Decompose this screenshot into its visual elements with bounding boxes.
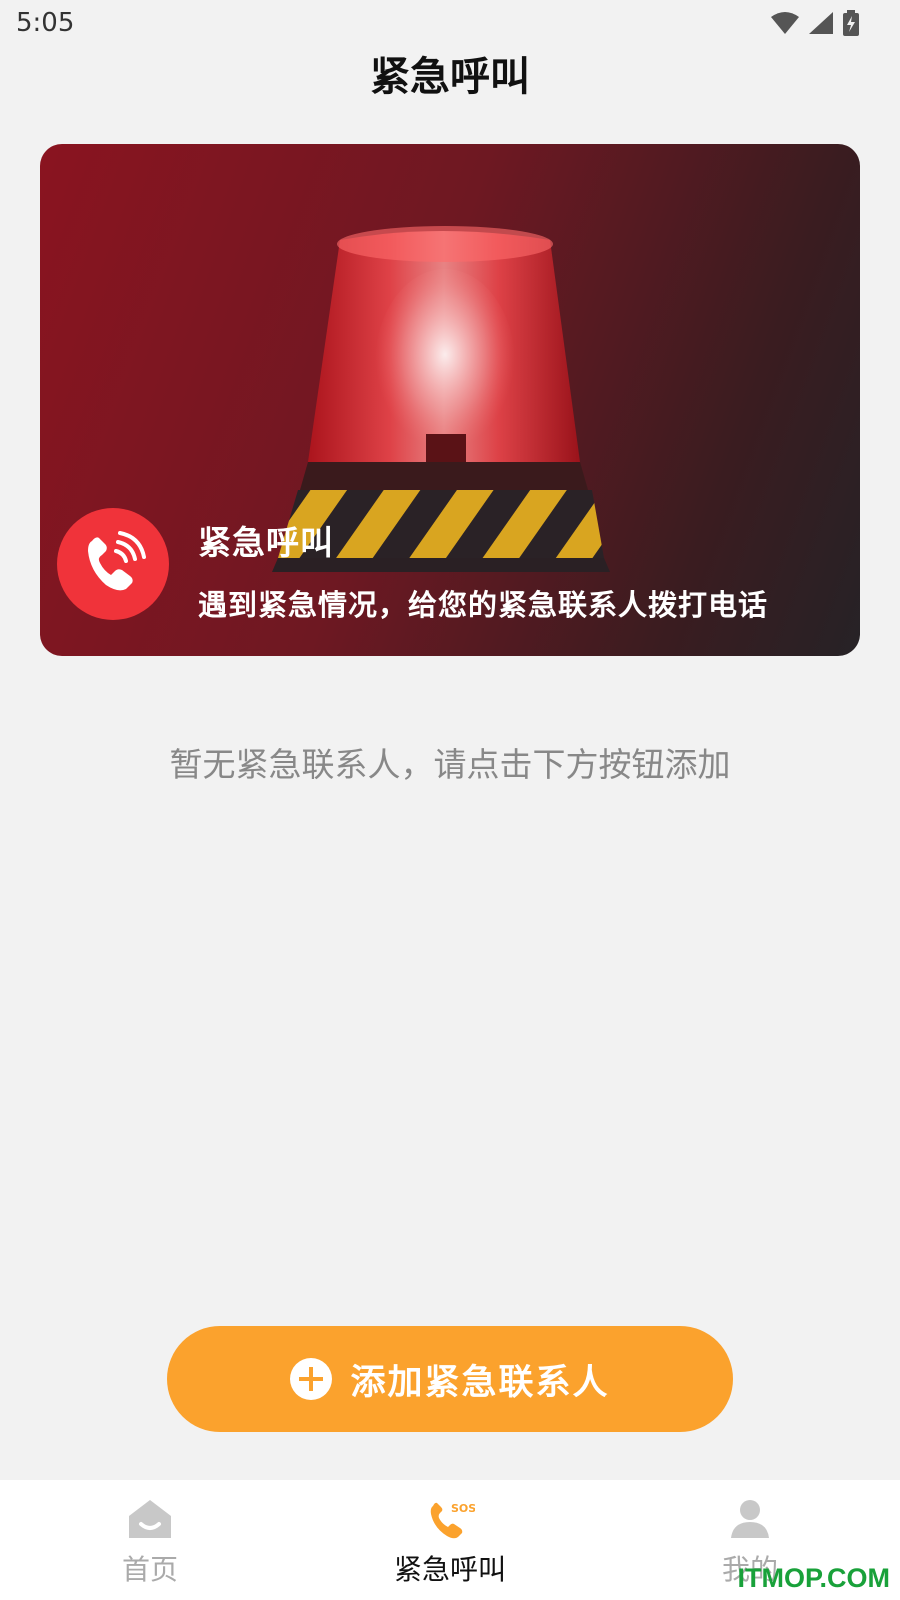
status-bar: 5:05 <box>0 0 900 50</box>
home-icon <box>129 1500 171 1538</box>
add-button-label: 添加紧急联系人 <box>350 1362 610 1403</box>
add-emergency-contact-button[interactable]: 添加紧急联系人 <box>167 1326 733 1432</box>
signal-icon <box>809 12 833 34</box>
page-title: 紧急呼叫 <box>370 54 530 100</box>
battery-icon <box>843 10 859 36</box>
plus-circle-icon <box>290 1358 333 1400</box>
status-time: 5:05 <box>16 8 75 38</box>
tab-emergency-call-label: 紧急呼叫 <box>393 1553 506 1586</box>
status-icons <box>770 10 860 36</box>
phone-ringing-icon <box>57 508 169 620</box>
tab-home[interactable]: 首页 <box>50 1480 250 1600</box>
emergency-banner[interactable]: 紧急呼叫 遇到紧急情况，给您的紧急联系人拨打电话 <box>40 144 860 656</box>
empty-contacts-hint: 暂无紧急联系人，请点击下方按钮添加 <box>169 745 731 784</box>
sos-phone-icon: SOS <box>430 1502 475 1539</box>
svg-text:SOS: SOS <box>451 1502 475 1515</box>
wifi-icon <box>771 12 799 34</box>
banner-description: 遇到紧急情况，给您的紧急联系人拨打电话 <box>198 588 769 622</box>
tab-emergency-call[interactable]: SOS 紧急呼叫 <box>350 1480 550 1600</box>
banner-title: 紧急呼叫 <box>198 523 334 562</box>
tab-home-label: 首页 <box>121 1553 178 1586</box>
watermark: ITMOP.COM <box>737 1563 890 1593</box>
person-icon <box>731 1500 769 1538</box>
